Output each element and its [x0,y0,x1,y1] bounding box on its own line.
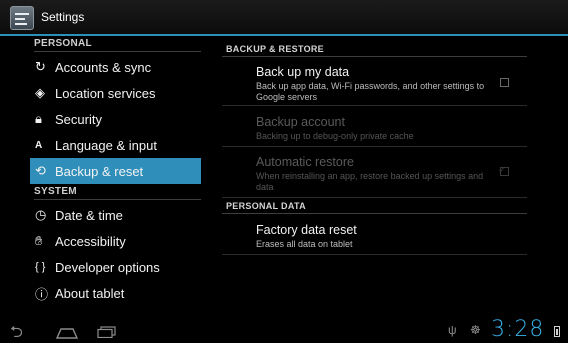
sidebar-item-label: Location services [55,85,156,101]
sidebar-item-accounts-sync[interactable]: ↻ Accounts & sync [30,54,201,80]
recent-apps-icon[interactable] [97,325,117,339]
sidebar-item-date-time[interactable]: ◷ Date & time [30,202,201,228]
section-header-system: SYSTEM [34,186,201,200]
sidebar-item-label: Developer options [55,259,160,275]
pref-back-up-my-data[interactable]: Back up my data Back up app data, Wi-Fi … [222,58,527,106]
keyboard-icon: A [35,139,43,151]
info-icon: ⓘ [35,286,49,302]
check-icon: ✓ [498,165,507,176]
sidebar-item-developer-options[interactable]: { } Developer options [30,254,201,280]
pref-automatic-restore: Automatic restore When reinstalling an a… [222,148,527,198]
pref-summary: Erases all data on tablet [256,239,353,249]
sidebar-item-label: Accessibility [55,233,126,249]
sidebar-item-language-input[interactable]: A Language & input [30,132,201,158]
pref-backup-account: Backup account Backing up to debug-only … [222,107,527,147]
sidebar-item-about-tablet[interactable]: ⓘ About tablet [30,280,201,306]
sidebar-item-accessibility[interactable]: ✋︎ Accessibility [30,228,201,254]
lock-icon: 🔒︎ [35,111,42,126]
clock-icon: ◷ [35,207,47,222]
pref-title: Back up my data [256,65,350,79]
debug-icon: ☸ [470,323,481,337]
sync-icon: ↻ [35,59,46,74]
category-header-personal-data: PERSONAL DATA [222,200,527,214]
sidebar-item-label: About tablet [55,285,125,301]
back-icon[interactable]: ⮌ [10,321,23,343]
sidebar-item-label: Backup & reset [55,163,144,179]
braces-icon: { } [35,261,46,273]
pref-factory-data-reset[interactable]: Factory data reset Erases all data on ta… [222,215,527,255]
system-bar: ⮌ ψ ☸ 3:28 [0,317,568,343]
status-clock[interactable]: 3:28 [491,317,544,342]
pref-summary: When reinstalling an app, restore backed… [256,171,484,192]
restore-icon: ⟲ [35,163,46,178]
usb-icon: ψ [448,323,457,337]
action-bar: Settings [0,0,568,36]
sidebar-item-label: Language & input [55,137,157,153]
settings-sidebar: PERSONAL ↻ Accounts & sync ◈ Location se… [30,38,201,320]
hand-icon: ✋︎ [35,233,43,248]
app-title: Settings [41,10,85,24]
pref-title: Automatic restore [256,155,354,169]
category-header-backup-restore: BACKUP & RESTORE [222,43,527,57]
sidebar-item-location-services[interactable]: ◈ Location services [30,80,201,106]
pref-summary: Backing up to debug-only private cache [256,131,414,141]
pref-summary: Back up app data, Wi-Fi passwords, and o… [256,81,485,102]
location-icon: ◈ [35,85,45,100]
section-header-personal: PERSONAL [34,38,201,52]
sidebar-item-security[interactable]: 🔒︎ Security [30,106,201,132]
sidebar-item-label: Date & time [55,207,123,223]
home-icon[interactable] [55,326,79,339]
battery-icon [554,326,560,337]
sidebar-item-backup-reset[interactable]: ⟲ Backup & reset [30,158,201,184]
settings-icon[interactable] [10,6,34,30]
sidebar-item-label: Security [55,111,102,127]
pref-title: Backup account [256,115,345,129]
pref-title: Factory data reset [256,223,357,237]
backup-reset-panel: BACKUP & RESTORE Back up my data Back up… [222,38,527,320]
back-up-my-data-checkbox[interactable] [500,78,509,87]
sidebar-item-label: Accounts & sync [55,59,152,75]
